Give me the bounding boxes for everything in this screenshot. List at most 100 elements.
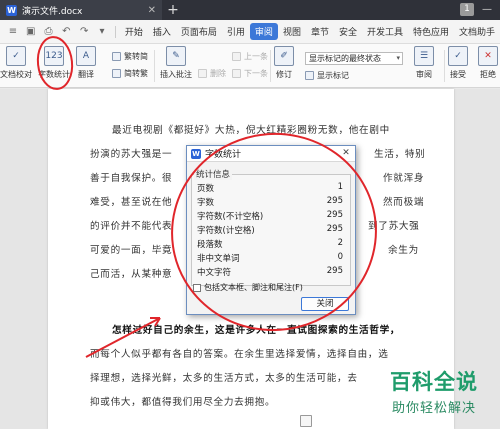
doc-line: 生活，特别	[374, 149, 426, 160]
prev-comment-button[interactable]: 上一条	[232, 51, 268, 62]
stat-row-paragraphs: 段落数 2	[197, 238, 347, 250]
menu-view[interactable]: 视图	[278, 23, 306, 40]
checkbox-box[interactable]	[193, 283, 201, 292]
accept-icon: ✓	[448, 46, 468, 66]
stats-group-label: 统计信息	[194, 168, 233, 180]
watermark-sub: 助你轻松解决	[391, 401, 476, 416]
next-comment-button[interactable]: 下一条	[232, 68, 268, 79]
window-counter-badge[interactable]: 1	[460, 3, 474, 16]
minimize-icon[interactable]: —	[480, 3, 494, 16]
window-controls: 1 —	[460, 3, 494, 16]
insert-comment-button[interactable]: ✎ 插入批注	[160, 46, 192, 80]
accept-label: 接受	[450, 70, 466, 79]
undo-icon[interactable]: ↶	[60, 26, 72, 38]
menu-review[interactable]: 审阅	[249, 23, 278, 40]
doc-line: 作就浑身	[383, 173, 425, 184]
stat-row-non-chinese-words: 非中文单词 0	[197, 252, 347, 264]
word-count-button[interactable]: 123 字数统计	[38, 46, 70, 80]
dialog-title-bar[interactable]: W 字数统计	[187, 146, 355, 162]
trad-to-simp-button[interactable]: 繁转简	[112, 51, 148, 62]
stat-label: 字数	[197, 198, 215, 208]
delete-icon	[198, 69, 207, 78]
ribbon-divider	[270, 50, 271, 82]
menu-references[interactable]: 引用	[222, 23, 250, 40]
menu-section[interactable]: 章节	[306, 23, 334, 40]
menu-security[interactable]: 安全	[334, 23, 362, 40]
save-icon[interactable]: ▣	[25, 26, 37, 38]
doc-line: 可爱的一面，毕竟	[90, 245, 173, 256]
show-markup-icon	[305, 71, 314, 80]
ribbon-divider	[444, 50, 445, 82]
stat-label: 非中文单词	[197, 254, 240, 264]
chevron-down-icon: ▾	[396, 54, 400, 62]
revise-label: 修订	[276, 70, 292, 79]
review-pane-button[interactable]: ☰ 审阅	[414, 46, 434, 80]
stat-row-words: 字数 295	[197, 196, 347, 208]
new-tab-plus-icon[interactable]: +	[166, 2, 180, 18]
stat-label: 段落数	[197, 240, 223, 250]
writer-doc-icon: W	[6, 4, 17, 16]
simp-to-trad-label: 简转繁	[124, 69, 148, 78]
translate-button[interactable]: A 翻译	[76, 46, 96, 80]
doc-line: 难受，甚至说在他	[90, 197, 173, 208]
dialog-close-icon[interactable]: ✕	[339, 147, 353, 160]
paste-options-icon[interactable]	[300, 415, 312, 427]
stat-value: 295	[326, 224, 343, 234]
comment-icon: ✎	[166, 46, 186, 66]
doc-line: 的评价并不能代表	[90, 221, 173, 232]
stat-row-chinese-chars: 中文字符 295	[197, 266, 347, 278]
close-tab-icon[interactable]: ✕	[148, 5, 156, 16]
show-markup-button[interactable]: 显示标记	[305, 70, 349, 81]
stat-label: 页数	[197, 184, 215, 194]
stat-value: 295	[326, 210, 343, 220]
doc-line: 余生为	[388, 245, 419, 256]
menu-special[interactable]: 特色应用	[408, 23, 454, 40]
redo-icon[interactable]: ↷	[78, 26, 90, 38]
print-icon[interactable]: ⎙	[43, 26, 55, 38]
accept-button[interactable]: ✓ 接受	[448, 46, 468, 80]
document-tab[interactable]: W 演示文件.docx ✕	[0, 0, 162, 20]
doc-proofread-button[interactable]: ✓ 文档校对	[0, 46, 32, 80]
menu-home[interactable]: 开始	[120, 23, 148, 40]
show-markup-label: 显示标记	[317, 71, 349, 80]
delete-comment-button[interactable]: 删除	[198, 68, 226, 79]
watermark-logo: 百科全说 助你轻松解决	[372, 366, 496, 426]
checkbox-label: 包括文本框、脚注和尾注(F)	[204, 283, 303, 292]
document-tab-title: 演示文件.docx	[22, 6, 83, 17]
reject-button[interactable]: ✕ 拒绝	[478, 46, 498, 80]
doc-line: 怎样过好自己的余生，这是许多人在一直试图探索的生活哲学，	[112, 325, 401, 336]
delete-label: 删除	[210, 69, 226, 78]
stat-label: 字符数(不计空格)	[197, 212, 264, 222]
review-ribbon: ✓ 文档校对 123 字数统计 A 翻译 繁转简 简转繁 ✎ 插入批注 删除 上…	[0, 44, 500, 88]
include-textbox-footnote-checkbox[interactable]: 包括文本框、脚注和尾注(F)	[193, 282, 303, 293]
doc-line: 最近电视剧《都挺好》大热，倪大红精彩圈粉无数，他在剧中	[112, 125, 390, 136]
proofread-icon: ✓	[6, 46, 26, 66]
markup-view-value: 显示标记的最终状态	[309, 54, 381, 63]
prev-icon	[232, 52, 241, 61]
menu-hamburger-icon[interactable]: ≡	[7, 26, 19, 38]
next-label: 下一条	[244, 69, 268, 78]
writer-doc-icon: W	[191, 148, 201, 159]
stat-label: 中文字符	[197, 268, 232, 278]
simp-to-trad-button[interactable]: 简转繁	[112, 68, 148, 79]
stat-row-chars-with-space: 字符数(计空格) 295	[197, 224, 347, 236]
stat-row-pages: 页数 1	[197, 182, 347, 194]
markup-view-select[interactable]: 显示标记的最终状态 ▾	[305, 52, 403, 65]
stat-value: 295	[326, 266, 343, 276]
translate-label: 翻译	[78, 70, 94, 79]
revise-button[interactable]: ✐ 修订	[274, 46, 294, 80]
dropdown-icon[interactable]: ▾	[96, 26, 108, 38]
ribbon-divider	[154, 50, 155, 82]
next-icon	[232, 69, 241, 78]
menu-doc-assistant[interactable]: 文档助手	[454, 23, 500, 40]
doc-line: 而每个人似乎都有各自的答案。在余生里选择爱情，选择自由，选	[90, 349, 389, 360]
menu-insert[interactable]: 插入	[148, 23, 176, 40]
prev-label: 上一条	[244, 52, 268, 61]
menu-developer[interactable]: 开发工具	[362, 23, 408, 40]
close-button[interactable]: 关闭	[301, 297, 349, 311]
word-count-label: 字数统计	[38, 70, 70, 79]
watermark-main: 百科全说	[390, 370, 478, 394]
title-bar: W 演示文件.docx ✕ + 1 —	[0, 0, 500, 20]
revise-icon: ✐	[274, 46, 294, 66]
menu-page-layout[interactable]: 页面布局	[176, 23, 222, 40]
